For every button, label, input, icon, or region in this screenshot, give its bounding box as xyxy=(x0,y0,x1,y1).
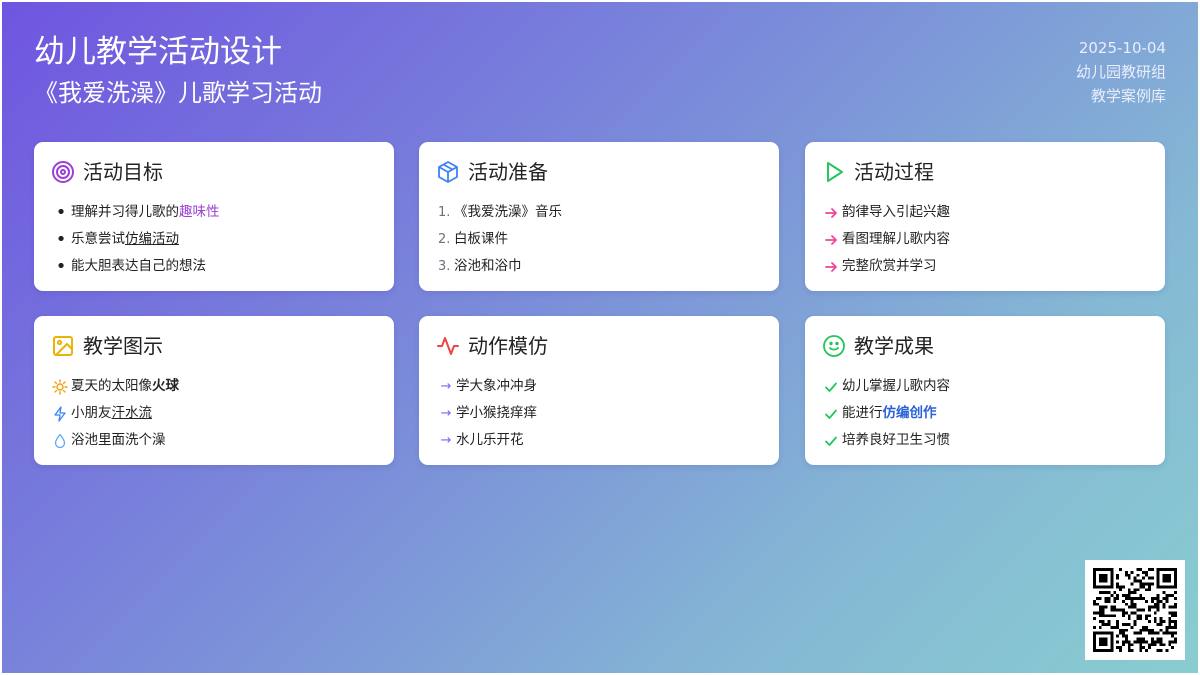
bullet-icon: • xyxy=(55,229,67,250)
card-results-title: 教学成果 xyxy=(854,334,934,358)
card-results-header: 教学成果 xyxy=(822,333,934,359)
list-item: 浴池里面洗个澡 xyxy=(51,427,179,454)
actions-list: → 学大象冲冲身 → 学小猴挠痒痒 → 水儿乐开花 xyxy=(436,373,537,454)
item-number: 3. xyxy=(438,259,451,274)
list-item: 夏天的太阳像 火球 xyxy=(51,373,179,400)
card-process-header: 活动过程 xyxy=(822,159,934,185)
card-illustration-title: 教学图示 xyxy=(83,334,163,358)
list-item: → 学大象冲冲身 xyxy=(436,373,537,400)
card-goals-header: 活动目标 xyxy=(51,159,163,185)
card-illustration: 教学图示 夏天的太阳像 火球 小朋友 汗水流 浴池里面洗个澡 xyxy=(34,316,394,465)
card-actions-title: 动作模仿 xyxy=(468,334,548,358)
image-icon xyxy=(51,334,75,358)
sun-icon xyxy=(51,378,69,396)
arrow-right-icon xyxy=(822,204,840,222)
library-text: 教学案例库 xyxy=(1090,87,1166,105)
card-process-title: 活动过程 xyxy=(854,160,934,184)
list-item: → 学小猴挠痒痒 xyxy=(436,400,537,427)
cube-icon xyxy=(436,160,460,184)
list-item: • 理解并习得儿歌的 趣味性 xyxy=(51,199,220,226)
bullet-icon: • xyxy=(55,256,67,277)
list-item: 看图理解儿歌内容 xyxy=(822,226,950,253)
arrow-right-icon: → xyxy=(440,379,452,394)
list-item: • 乐意尝试 仿编活动 xyxy=(51,226,220,253)
list-item: 培养良好卫生习惯 xyxy=(822,427,950,454)
page-title: 幼儿教学活动设计 xyxy=(34,34,282,70)
list-item: 幼儿掌握儿歌内容 xyxy=(822,373,950,400)
list-item: 小朋友 汗水流 xyxy=(51,400,179,427)
header-meta: 2025-10-04 幼儿园教研组 教学案例库 xyxy=(1076,36,1166,108)
card-goals: 活动目标 • 理解并习得儿歌的 趣味性 • 乐意尝试 仿编活动 • 能大胆表达自己的… xyxy=(34,142,394,291)
group-text: 幼儿园教研组 xyxy=(1075,63,1166,81)
bullet-icon: • xyxy=(55,202,67,223)
slide: 幼儿教学活动设计 《我爱洗澡》儿歌学习活动 2025-10-04 幼儿园教研组 … xyxy=(2,2,1198,673)
droplet-icon xyxy=(51,432,69,450)
qr-code-icon xyxy=(1085,560,1185,660)
list-item: → 水儿乐开花 xyxy=(436,427,537,454)
card-results: 教学成果 幼儿掌握儿歌内容 能进行 仿编创作 培养良好卫生习惯 xyxy=(805,316,1165,465)
card-prep: 活动准备 1. 《我爱洗澡》音乐 2. 白板课件 3. 浴池和浴巾 xyxy=(419,142,779,291)
item-number: 2. xyxy=(438,232,451,247)
card-illustration-header: 教学图示 xyxy=(51,333,163,359)
item-number: 1. xyxy=(438,205,451,220)
list-item: 韵律导入引起兴趣 xyxy=(822,199,950,226)
arrow-right-icon: → xyxy=(440,406,452,421)
list-item: 2. 白板课件 xyxy=(436,226,562,253)
check-icon xyxy=(822,405,840,423)
card-prep-title: 活动准备 xyxy=(468,160,548,184)
page-subtitle: 《我爱洗澡》儿歌学习活动 xyxy=(34,79,322,107)
smile-icon xyxy=(822,334,846,358)
arrow-right-icon: → xyxy=(440,433,452,448)
prep-list: 1. 《我爱洗澡》音乐 2. 白板课件 3. 浴池和浴巾 xyxy=(436,199,562,280)
list-item: 1. 《我爱洗澡》音乐 xyxy=(436,199,562,226)
card-prep-header: 活动准备 xyxy=(436,159,548,185)
list-item: 完整欣赏并学习 xyxy=(822,253,950,280)
process-list: 韵律导入引起兴趣 看图理解儿歌内容 完整欣赏并学习 xyxy=(822,199,950,280)
list-item: 3. 浴池和浴巾 xyxy=(436,253,562,280)
illustration-list: 夏天的太阳像 火球 小朋友 汗水流 浴池里面洗个澡 xyxy=(51,373,179,454)
card-actions-header: 动作模仿 xyxy=(436,333,548,359)
arrow-right-icon xyxy=(822,231,840,249)
card-goals-title: 活动目标 xyxy=(83,160,163,184)
date-text: 2025-10-04 xyxy=(1078,39,1166,57)
goals-list: • 理解并习得儿歌的 趣味性 • 乐意尝试 仿编活动 • 能大胆表达自己的想法 xyxy=(51,199,220,280)
activity-icon xyxy=(436,334,460,358)
play-icon xyxy=(822,160,846,184)
target-icon xyxy=(51,160,75,184)
lightning-icon xyxy=(51,405,69,423)
list-item: • 能大胆表达自己的想法 xyxy=(51,253,220,280)
check-icon xyxy=(822,378,840,396)
list-item: 能进行 仿编创作 xyxy=(822,400,950,427)
arrow-right-icon xyxy=(822,258,840,276)
results-list: 幼儿掌握儿歌内容 能进行 仿编创作 培养良好卫生习惯 xyxy=(822,373,950,454)
card-actions: 动作模仿 → 学大象冲冲身 → 学小猴挠痒痒 → 水儿乐开花 xyxy=(419,316,779,465)
check-icon xyxy=(822,432,840,450)
card-process: 活动过程 韵律导入引起兴趣 看图理解儿歌内容 完整欣赏并学习 xyxy=(805,142,1165,291)
